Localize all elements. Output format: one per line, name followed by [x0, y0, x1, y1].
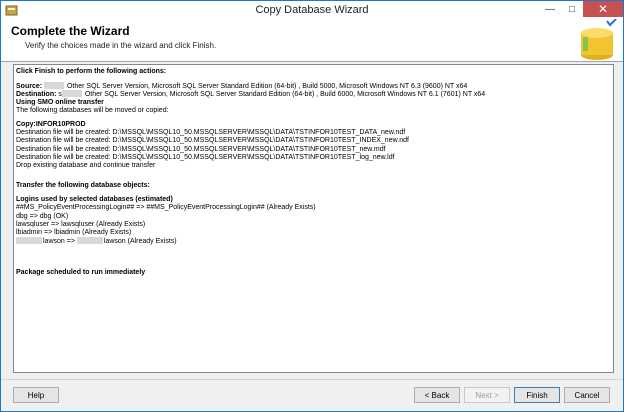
source-line: Source: Other SQL Server Version, Micros…: [16, 82, 468, 91]
schedule-line: Package scheduled to run immediately: [16, 269, 146, 277]
minimize-icon[interactable]: —: [539, 1, 561, 17]
page-title: Complete the Wizard: [11, 24, 130, 38]
summary-heading: Click Finish to perform the following ac…: [16, 68, 167, 75]
help-button[interactable]: Help: [13, 387, 59, 403]
file-line: Destination file will be created: D:\MSS…: [16, 145, 386, 153]
wizard-window: Copy Database Wizard — □ ✕ Complete the …: [0, 0, 624, 412]
login-line: lbiadmin => lbiadmin (Already Exists): [16, 229, 132, 236]
drop-note: Drop existing database and continue tran…: [16, 161, 156, 169]
back-button[interactable]: < Back: [414, 387, 460, 403]
copy-database: Copy:INFOR10PROD: [16, 120, 86, 128]
title-bar: Copy Database Wizard — □ ✕: [1, 1, 623, 21]
next-button[interactable]: Next >: [464, 387, 510, 403]
destination-line: Destination: s Other SQL Server Version,…: [16, 90, 486, 99]
page-subtitle: Verify the choices made in the wizard an…: [25, 41, 217, 50]
moved-note: The following databases will be moved or…: [16, 106, 169, 114]
wizard-header: Complete the Wizard Verify the choices m…: [1, 19, 623, 62]
login-line: ##MS_PolicyEventProcessingLogin## => ##M…: [16, 204, 316, 212]
redacted-block: [61, 90, 82, 98]
login-line: lawsqluser => lawsqluser (Already Exists…: [16, 220, 146, 228]
objects-heading: Transfer the following database objects:: [16, 182, 150, 190]
close-icon[interactable]: ✕: [583, 1, 623, 17]
cancel-button[interactable]: Cancel: [564, 387, 610, 403]
summary-panel[interactable]: Click Finish to perform the following ac…: [13, 64, 614, 373]
logins-heading: Logins used by selected databases (estim…: [16, 196, 173, 204]
login-line: dbg => dbg (OK): [16, 212, 69, 220]
redacted-block: [16, 237, 42, 245]
login-line-redacted: lawson => lawson (Already Exists): [16, 237, 611, 245]
divider: [1, 379, 623, 380]
file-line: Destination file will be created: D:\MSS…: [16, 129, 406, 137]
maximize-icon[interactable]: □: [561, 1, 583, 17]
transfer-method: Using SMO online transfer: [16, 98, 104, 106]
redacted-block: [76, 237, 103, 245]
file-line: Destination file will be created: D:\MSS…: [16, 153, 395, 161]
window-title: Copy Database Wizard: [255, 4, 369, 16]
wizard-icon: [581, 19, 617, 60]
finish-button[interactable]: Finish: [514, 387, 560, 403]
file-line: Destination file will be created: D:\MSS…: [16, 137, 409, 145]
redacted-block: [44, 82, 65, 90]
